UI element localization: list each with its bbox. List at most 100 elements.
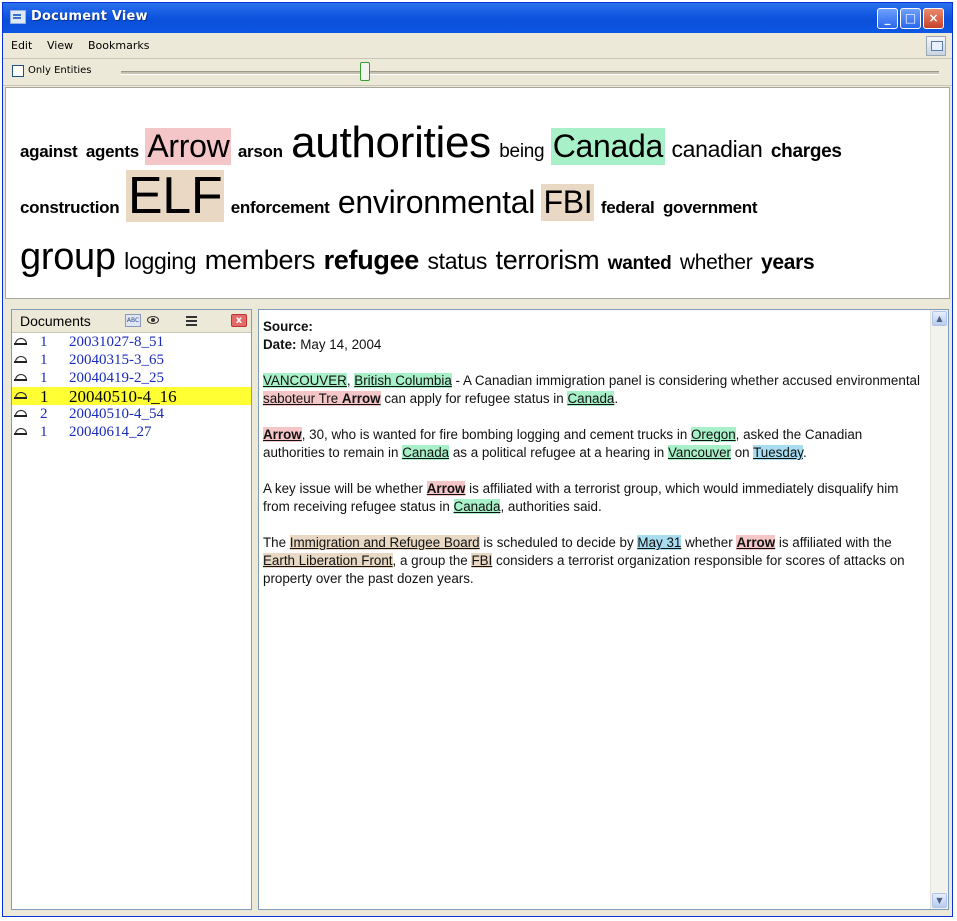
- entity-loc[interactable]: Canada: [453, 499, 501, 514]
- cloud-word[interactable]: against: [18, 142, 79, 162]
- cloud-word[interactable]: government: [661, 198, 759, 218]
- text-run: , authorities said.: [500, 499, 602, 514]
- entity-org[interactable]: Earth Liberation Front: [263, 553, 393, 568]
- cloud-word[interactable]: charges: [769, 141, 844, 163]
- documents-panel: Documents ABC x 1 20031027-8_51 1 200403…: [11, 309, 252, 910]
- document-name: 20040510-4_54: [69, 406, 164, 422]
- cloud-word[interactable]: group: [18, 236, 118, 279]
- text-run: is scheduled to decide by: [479, 535, 638, 550]
- cloud-word[interactable]: construction: [18, 198, 121, 218]
- entity-per[interactable]: saboteur Tre: [263, 391, 342, 406]
- document-count: 1: [40, 387, 49, 406]
- documents-panel-title: Documents: [20, 313, 91, 329]
- document-list-item[interactable]: 1 20040614_27: [12, 423, 251, 441]
- scroll-down-button[interactable]: ▼: [932, 893, 947, 908]
- entity-per[interactable]: Arrow: [426, 481, 466, 496]
- document-list-item[interactable]: 1 20031027-8_51: [12, 333, 251, 351]
- close-panel-icon[interactable]: x: [231, 314, 247, 327]
- cloud-word[interactable]: terrorism: [494, 245, 602, 276]
- entity-loc[interactable]: British Columbia: [354, 373, 452, 388]
- cloud-word-entity[interactable]: Arrow: [145, 128, 232, 165]
- entity-loc[interactable]: Vancouver: [667, 445, 731, 460]
- entity-date[interactable]: May 31: [637, 535, 682, 550]
- cloud-word[interactable]: environmental: [336, 184, 537, 221]
- document-list-item[interactable]: 1 20040315-3_65: [12, 351, 251, 369]
- date-label: Date:: [263, 337, 297, 352]
- cloud-word[interactable]: refugee: [322, 245, 421, 276]
- entity-per[interactable]: Arrow: [736, 535, 776, 550]
- scroll-up-button[interactable]: ▲: [932, 311, 947, 326]
- document-list-item[interactable]: 2 20040510-4_54: [12, 405, 251, 423]
- entity-loc[interactable]: Oregon: [691, 427, 736, 442]
- document-paragraph: VANCOUVER, British Columbia - A Canadian…: [263, 372, 923, 408]
- cloud-word-entity[interactable]: ELF: [125, 170, 225, 222]
- entity-per[interactable]: Arrow: [341, 391, 381, 406]
- document-count: 1: [40, 334, 48, 350]
- cloud-word[interactable]: agents: [84, 142, 141, 162]
- document-name: 20040510-4_16: [69, 387, 177, 406]
- document-text-panel: Source: Date: May 14, 2004 VANCOUVER, Br…: [258, 309, 949, 910]
- entity-per[interactable]: Arrow: [263, 427, 302, 442]
- cloud-word[interactable]: whether: [678, 251, 755, 275]
- minimize-button[interactable]: _: [877, 8, 898, 29]
- eye-icon[interactable]: [146, 314, 162, 327]
- entity-loc[interactable]: VANCOUVER: [263, 373, 347, 388]
- text-run: , 30, who is wanted for fire bombing log…: [301, 427, 691, 442]
- word-cloud-line: against agents Arrow arson authorities b…: [18, 118, 844, 168]
- maximize-button[interactable]: □: [900, 8, 921, 29]
- cloud-word[interactable]: logging: [122, 248, 198, 275]
- document-name: 20040614_27: [69, 424, 152, 440]
- cloud-word[interactable]: federal: [599, 198, 657, 218]
- entity-org[interactable]: Immigration and Refugee Board: [289, 535, 480, 550]
- cloud-word[interactable]: status: [425, 248, 489, 275]
- document-count: 1: [40, 352, 48, 368]
- only-entities-label: Only Entities: [28, 65, 92, 76]
- view-options-icon[interactable]: [926, 36, 946, 56]
- cloud-word[interactable]: canadian: [669, 136, 764, 163]
- cloud-icon: [14, 428, 27, 435]
- document-view-window: Document View _ □ × Edit View Bookmarks …: [2, 2, 953, 917]
- menu-bookmarks[interactable]: Bookmarks: [88, 39, 149, 52]
- text-run: A key issue will be whether: [263, 481, 427, 496]
- list-icon[interactable]: [185, 314, 201, 327]
- cloud-icon: [14, 392, 27, 399]
- text-run: , a group the: [392, 553, 472, 568]
- document-body: Source: Date: May 14, 2004 VANCOUVER, Br…: [263, 318, 923, 606]
- entity-loc[interactable]: Canada: [567, 391, 615, 406]
- text-run: .: [614, 391, 619, 406]
- menu-edit[interactable]: Edit: [11, 39, 32, 52]
- only-entities-checkbox[interactable]: [12, 65, 24, 77]
- cloud-word[interactable]: enforcement: [229, 198, 332, 218]
- cloud-word[interactable]: members: [203, 245, 317, 276]
- source-label: Source:: [263, 319, 313, 334]
- document-count: 1: [40, 370, 48, 386]
- date-line: Date: May 14, 2004: [263, 336, 923, 354]
- cloud-word-entity[interactable]: FBI: [541, 184, 595, 221]
- entity-org[interactable]: FBI: [471, 553, 493, 568]
- menu-view[interactable]: View: [47, 39, 73, 52]
- cloud-icon: [14, 410, 27, 417]
- cloud-word[interactable]: authorities: [289, 118, 493, 168]
- entity-loc[interactable]: Canada: [402, 445, 450, 460]
- entity-date[interactable]: Tuesday: [753, 445, 803, 460]
- word-cloud: against agents Arrow arson authorities b…: [5, 87, 950, 299]
- text-run: The: [263, 535, 290, 550]
- threshold-slider-thumb[interactable]: [360, 62, 370, 81]
- document-paragraph: The Immigration and Refugee Board is sch…: [263, 534, 923, 588]
- abc-sort-icon[interactable]: ABC: [125, 314, 141, 327]
- date-value: May 14, 2004: [300, 337, 382, 352]
- cloud-word[interactable]: being: [497, 141, 546, 163]
- cloud-word[interactable]: years: [759, 251, 816, 275]
- vertical-scrollbar[interactable]: ▲ ▼: [930, 310, 948, 909]
- document-paragraph: Arrow, 30, who is wanted for fire bombin…: [263, 426, 923, 462]
- horizontal-splitter[interactable]: [3, 300, 952, 305]
- document-list-item[interactable]: 1 20040419-2_25: [12, 369, 251, 387]
- cloud-word[interactable]: wanted: [606, 253, 674, 275]
- cloud-word[interactable]: arson: [236, 142, 285, 162]
- threshold-slider-track[interactable]: [121, 71, 939, 75]
- document-list-item-selected[interactable]: 1 20040510-4_16: [12, 387, 251, 406]
- title-bar[interactable]: Document View _ □ ×: [3, 3, 952, 33]
- cloud-word-entity[interactable]: Canada: [550, 128, 666, 165]
- text-run: as a political refugee at a hearing in: [449, 445, 668, 460]
- close-button[interactable]: ×: [923, 8, 944, 29]
